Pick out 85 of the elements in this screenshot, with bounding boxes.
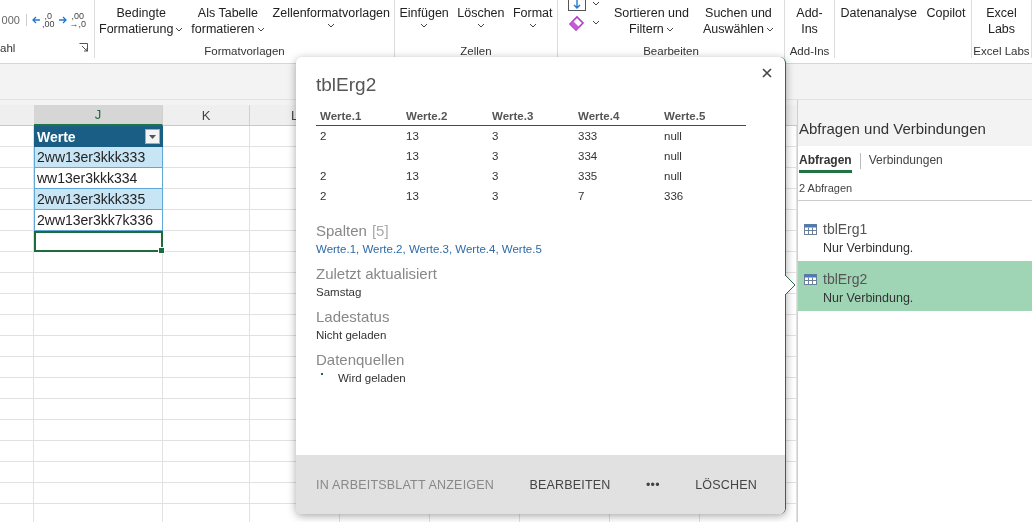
table-cell: 333 xyxy=(574,125,660,146)
query-count: 2 Abfragen xyxy=(799,182,853,194)
group-label: Excel Labs xyxy=(973,44,1030,57)
table-icon xyxy=(804,273,817,285)
column-heading: Werte.1 xyxy=(316,108,402,126)
arrow-icon xyxy=(30,15,41,25)
ribbon-button[interactable]: Datenanalyse xyxy=(840,3,917,21)
group-label: Zellen xyxy=(460,44,492,57)
pane-title: Abfragen und Verbindungen xyxy=(799,120,986,137)
filter-dropdown-button[interactable] xyxy=(145,129,160,144)
footer-button[interactable]: LÖSCHEN xyxy=(695,477,757,492)
table-cell-text: 2 xyxy=(319,169,328,184)
footer-button[interactable]: ••• xyxy=(646,477,660,492)
ribbon-button[interactable]: Zellenformatvorlagen xyxy=(272,3,390,29)
table-cell-text: 3 xyxy=(491,189,500,204)
arrow-icon xyxy=(58,15,69,25)
caret-icon xyxy=(149,134,156,139)
column-count: [5] xyxy=(371,222,389,239)
column-heading: Werte.3 xyxy=(488,108,574,126)
increase-decimal-button[interactable]: ,00 →,0 xyxy=(58,12,86,28)
table-cell-text: null xyxy=(663,169,683,184)
ribbon-button[interactable]: Format xyxy=(512,3,553,29)
footer-button[interactable]: BEARBEITEN xyxy=(529,477,611,492)
table-cell-text: 13 xyxy=(405,169,420,184)
ribbon-button[interactable]: Excel Labs xyxy=(986,3,1017,37)
table-cell: ww13er3kkk334 xyxy=(34,168,163,189)
ribbon-button[interactable]: Add- Ins xyxy=(796,3,823,37)
table-cell-text: 334 xyxy=(577,149,599,164)
active-cell[interactable] xyxy=(34,231,163,252)
section-heading: Zuletzt aktualisiert xyxy=(316,265,437,282)
query-title: tblErg2 xyxy=(316,74,378,96)
ribbon-button[interactable]: Löschen xyxy=(457,3,505,29)
query-item[interactable]: tblErg1 Nur Verbindung. xyxy=(798,211,1032,261)
column-heading: Werte.5 xyxy=(660,108,746,126)
group-label: Add-Ins xyxy=(789,44,830,57)
column-list: Werte.1, Werte.2, Werte.3, Werte.4, Werte.5 xyxy=(316,243,765,255)
table-cell-text: null xyxy=(663,149,683,164)
decrease-decimal-button[interactable]: ,0 ,00 xyxy=(30,12,55,28)
table-cell-text: 13 xyxy=(405,189,420,204)
table-cell: 2ww13er3kkk333 xyxy=(34,147,163,168)
dialog-launcher-icon[interactable] xyxy=(79,43,88,52)
section-value: Samstag xyxy=(316,286,363,298)
thousands-separator-button[interactable]: 000 xyxy=(1,14,27,26)
table-cell-text: 7 xyxy=(577,189,586,204)
group-label: Formatvorlagen xyxy=(204,44,285,57)
column-heading: Werte.4 xyxy=(574,108,660,126)
section-heading: Datenquellen xyxy=(316,351,405,368)
caret-icon xyxy=(591,1,600,7)
caret-icon xyxy=(591,20,600,26)
fill-button[interactable] xyxy=(567,0,600,11)
section-heading: Ladestatus xyxy=(316,308,390,325)
table-cell-text: 3 xyxy=(491,169,500,184)
table-header-cell: Werte xyxy=(34,126,163,147)
table-cell-text: 3 xyxy=(491,149,500,164)
column-heading: Werte.2 xyxy=(402,108,488,126)
ribbon-button[interactable]: Als Tabelle formatieren xyxy=(191,3,265,37)
ribbon-button[interactable]: Copilot xyxy=(926,3,966,21)
table-cell-text: 13 xyxy=(405,149,420,164)
column-header[interactable]: K xyxy=(163,105,250,126)
table-icon xyxy=(804,223,817,235)
close-button[interactable] xyxy=(761,67,773,79)
query-item[interactable]: tblErg2 Nur Verbindung. xyxy=(798,261,1032,311)
section-heading: Spalten xyxy=(316,222,367,239)
ribbon-button[interactable]: Einfügen xyxy=(399,3,449,29)
eraser-icon xyxy=(567,15,586,31)
ribbon-button[interactable]: Suchen und Auswählen xyxy=(702,3,775,37)
table-cell: 2ww13er3kkk335 xyxy=(34,189,163,210)
table-cell: 2ww13er3kk7k336 xyxy=(34,210,163,231)
pane-tab[interactable]: Abfragen xyxy=(799,149,852,173)
clear-button[interactable] xyxy=(567,15,600,31)
column-header[interactable]: J xyxy=(34,105,163,126)
table-cell-text: 2 xyxy=(319,189,328,204)
table-cell: 2 xyxy=(316,125,402,146)
ribbon-button[interactable]: Sortieren und Filtern xyxy=(613,3,689,37)
table-cell-text: 336 xyxy=(663,189,685,204)
table-cell: 3 xyxy=(488,125,574,146)
table-cell: 13 xyxy=(402,125,488,146)
group-label: Bearbeiten xyxy=(643,44,699,57)
pane-tab[interactable]: Verbindungen xyxy=(868,149,943,173)
section-value: Nicht geladen xyxy=(316,329,388,341)
data-source-item: Wird geladen xyxy=(338,372,406,384)
table-cell-text: 335 xyxy=(577,169,599,184)
ribbon-button[interactable]: Bedingte Formatierung xyxy=(99,3,184,37)
group-label: ahl xyxy=(0,41,16,54)
table-cell: null xyxy=(660,125,746,146)
